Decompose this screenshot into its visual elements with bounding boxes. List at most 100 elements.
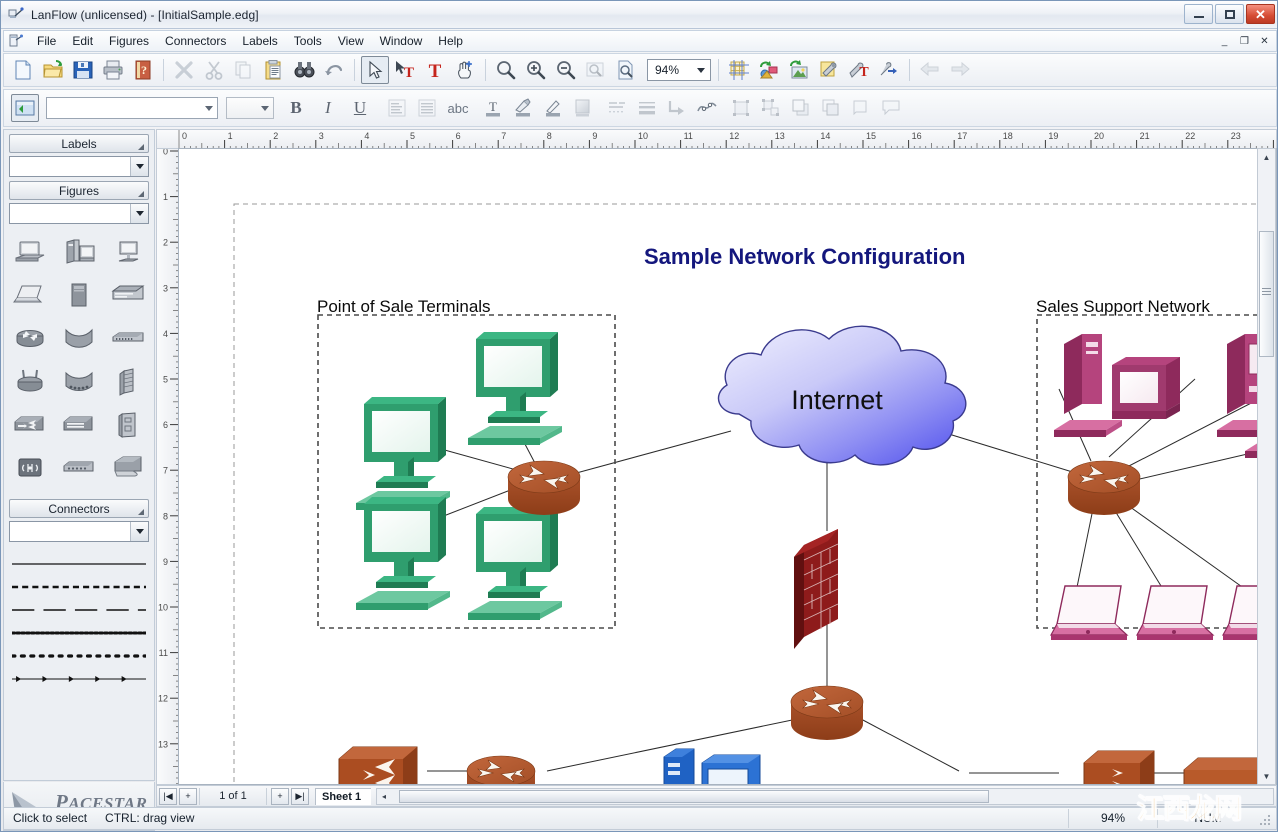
font-size-combo[interactable] bbox=[226, 97, 274, 119]
curve-button[interactable] bbox=[693, 94, 721, 122]
bottom-switch-left[interactable] bbox=[338, 746, 418, 785]
figure-curved-hub[interactable] bbox=[55, 361, 103, 403]
insert-image-button[interactable] bbox=[785, 56, 813, 84]
find-binoculars-button[interactable] bbox=[290, 56, 318, 84]
mdi-close-button[interactable]: ✕ bbox=[1256, 33, 1273, 49]
connector-fine-dotted-line[interactable] bbox=[12, 621, 146, 644]
menu-connectors[interactable]: Connectors bbox=[157, 31, 234, 51]
line-color-button[interactable] bbox=[539, 94, 567, 122]
close-button[interactable]: ✕ bbox=[1246, 4, 1275, 24]
grid-button[interactable] bbox=[725, 56, 753, 84]
send-backward-button[interactable] bbox=[817, 94, 845, 122]
ungroup-button[interactable] bbox=[757, 94, 785, 122]
diagram-canvas[interactable]: Sample Network Configuration Point of Sa… bbox=[178, 148, 1277, 785]
paste-button[interactable] bbox=[260, 56, 288, 84]
shape-button[interactable] bbox=[847, 94, 875, 122]
point-hand-button[interactable] bbox=[451, 56, 479, 84]
figure-laptop[interactable] bbox=[6, 275, 54, 317]
minimize-button[interactable] bbox=[1184, 4, 1213, 24]
pos-terminal-4[interactable] bbox=[468, 507, 562, 620]
menu-edit[interactable]: Edit bbox=[64, 31, 101, 51]
bold-button[interactable]: B bbox=[281, 95, 311, 121]
labels-style-combo[interactable] bbox=[9, 156, 149, 177]
bring-forward-button[interactable] bbox=[787, 94, 815, 122]
sales-laptop-1[interactable] bbox=[1049, 585, 1129, 640]
delete-x-button[interactable] bbox=[170, 56, 198, 84]
menu-tools[interactable]: Tools bbox=[286, 31, 330, 51]
align-justify-button[interactable] bbox=[413, 94, 441, 122]
zoom-out-button[interactable] bbox=[552, 56, 580, 84]
labels-section-header[interactable]: Labels bbox=[9, 134, 149, 153]
copy-button[interactable] bbox=[230, 56, 258, 84]
zoom-button[interactable] bbox=[492, 56, 520, 84]
cut-scissors-button[interactable] bbox=[200, 56, 228, 84]
figure-wireless-access-point[interactable] bbox=[6, 447, 54, 489]
internet-cloud[interactable]: Internet bbox=[717, 325, 967, 466]
figure-router[interactable] bbox=[6, 318, 54, 360]
align-left-button[interactable] bbox=[383, 94, 411, 122]
figure-multilayer-switch[interactable] bbox=[55, 404, 103, 446]
menu-file[interactable]: File bbox=[29, 31, 64, 51]
figure-desktop-computer[interactable] bbox=[6, 232, 54, 274]
sales-laptop-2[interactable] bbox=[1135, 585, 1215, 640]
scroll-up-icon[interactable]: ▲ bbox=[1259, 150, 1274, 164]
bottom-server-blue[interactable] bbox=[663, 748, 761, 785]
add-page-before-button[interactable]: + bbox=[179, 787, 197, 805]
save-button[interactable] bbox=[69, 56, 97, 84]
figure-wireless-router[interactable] bbox=[6, 361, 54, 403]
new-document-button[interactable] bbox=[9, 56, 37, 84]
mdi-minimize-button[interactable]: _ bbox=[1216, 33, 1233, 49]
figure-hub[interactable] bbox=[104, 318, 152, 360]
line-weight-button[interactable] bbox=[633, 94, 661, 122]
zoom-page-button[interactable] bbox=[612, 56, 640, 84]
bottom-switch-right[interactable] bbox=[1083, 750, 1155, 785]
text-color-button[interactable]: T bbox=[479, 94, 507, 122]
resize-grip-icon[interactable] bbox=[1258, 812, 1272, 826]
nav-back-button[interactable] bbox=[916, 56, 944, 84]
figure-curved-switch[interactable] bbox=[55, 318, 103, 360]
undo-button[interactable] bbox=[320, 56, 348, 84]
help-book-button[interactable]: ? bbox=[129, 56, 157, 84]
figure-tower-server[interactable] bbox=[55, 275, 103, 317]
nav-forward-button[interactable] bbox=[946, 56, 974, 84]
underline-button[interactable]: U bbox=[345, 95, 375, 121]
sales-desktop-1[interactable] bbox=[1054, 334, 1122, 437]
line-style-button[interactable] bbox=[603, 94, 631, 122]
font-family-combo[interactable] bbox=[46, 97, 218, 119]
figure-workgroup-switch[interactable] bbox=[6, 404, 54, 446]
figure-tower-pc-monitor[interactable] bbox=[55, 232, 103, 274]
callout-button[interactable] bbox=[877, 94, 905, 122]
first-page-button[interactable]: |◀ bbox=[159, 787, 177, 805]
select-text-button[interactable]: T bbox=[391, 56, 419, 84]
figure-cabinet[interactable] bbox=[104, 404, 152, 446]
figure-storage-box[interactable] bbox=[104, 447, 152, 489]
figure-small-switch[interactable] bbox=[55, 447, 103, 489]
add-text-button[interactable]: T bbox=[421, 56, 449, 84]
spellcheck-abc-button[interactable]: abc bbox=[443, 95, 473, 121]
scroll-left-icon[interactable]: ◂ bbox=[377, 789, 391, 804]
connector-long-dash-line[interactable] bbox=[12, 598, 146, 621]
figure-terminal-monitor[interactable] bbox=[104, 232, 152, 274]
sales-router[interactable] bbox=[1067, 460, 1141, 515]
pos-router[interactable] bbox=[507, 460, 581, 515]
pos-terminal-2[interactable] bbox=[468, 332, 562, 445]
print-button[interactable] bbox=[99, 56, 127, 84]
connector-dashed-line[interactable] bbox=[12, 575, 146, 598]
connector-dotted-line[interactable] bbox=[12, 644, 146, 667]
label-panel-toggle-button[interactable] bbox=[11, 94, 39, 122]
figures-set-combo[interactable] bbox=[9, 203, 149, 224]
canvas-horizontal-scrollbar[interactable]: ◂ bbox=[376, 788, 1274, 805]
sales-monitor-1[interactable] bbox=[1112, 357, 1180, 419]
connectors-style-combo[interactable] bbox=[9, 521, 149, 542]
figure-properties-button[interactable] bbox=[815, 56, 843, 84]
insert-figure-button[interactable] bbox=[755, 56, 783, 84]
connectors-section-header[interactable]: Connectors bbox=[9, 499, 149, 518]
arrow-style-button[interactable] bbox=[663, 94, 691, 122]
menu-view[interactable]: View bbox=[330, 31, 372, 51]
zoom-level-combo[interactable]: 94% bbox=[647, 59, 711, 81]
text-properties-button[interactable]: T bbox=[845, 56, 873, 84]
figure-brick-firewall[interactable] bbox=[104, 361, 152, 403]
maximize-button[interactable] bbox=[1215, 4, 1244, 24]
menu-help[interactable]: Help bbox=[430, 31, 471, 51]
menu-labels[interactable]: Labels bbox=[234, 31, 285, 51]
